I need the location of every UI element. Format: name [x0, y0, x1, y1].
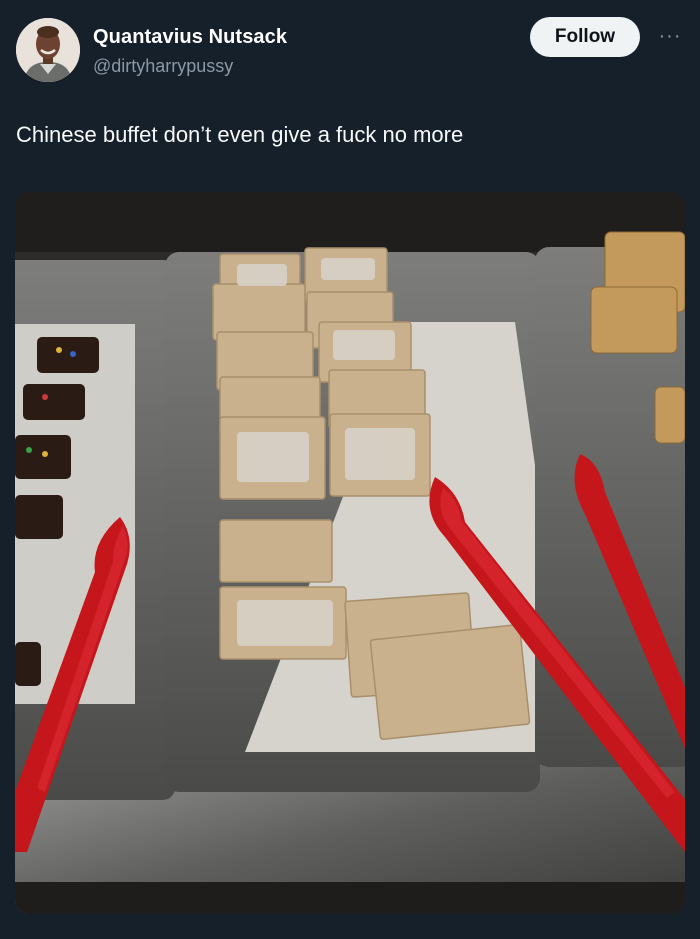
- avatar[interactable]: [16, 18, 80, 82]
- more-options-icon[interactable]: ···: [655, 26, 685, 46]
- tweet-photo[interactable]: [15, 192, 685, 914]
- follow-button[interactable]: Follow: [530, 17, 640, 57]
- tweet-header: Quantavius Nutsack @dirtyharrypussy Foll…: [0, 0, 700, 100]
- author-name[interactable]: Quantavius Nutsack: [93, 26, 287, 49]
- author-handle[interactable]: @dirtyharrypussy: [93, 56, 233, 77]
- buffet-photo-illustration: [15, 192, 685, 914]
- tweet-text: Chinese buffet don’t even give a fuck no…: [16, 122, 464, 147]
